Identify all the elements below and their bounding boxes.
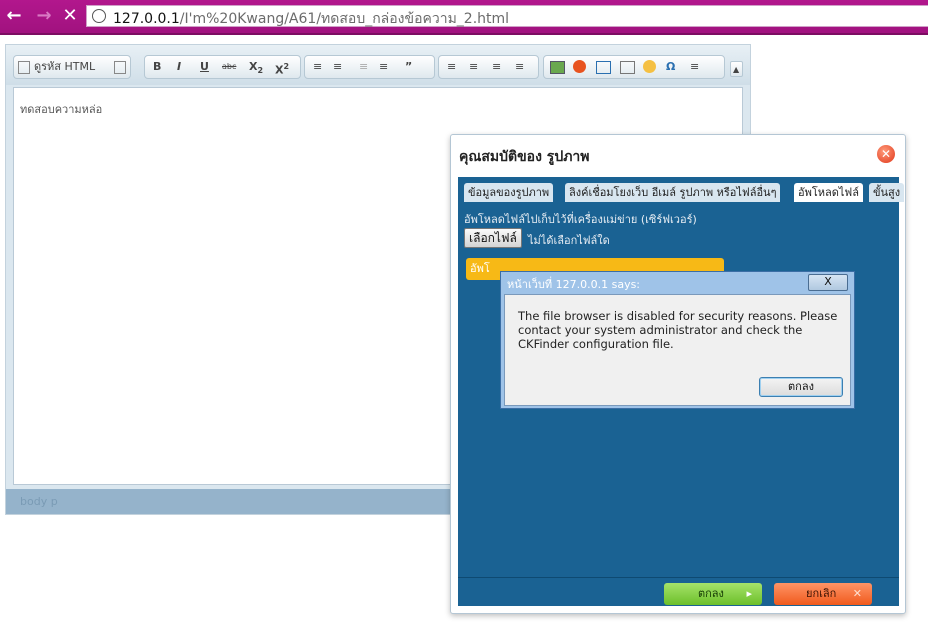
superscript-icon[interactable]: X2 xyxy=(275,59,289,77)
cancel-button[interactable]: ยกเลิก ✕ xyxy=(774,583,872,605)
subscript-icon[interactable]: X2 xyxy=(249,59,263,75)
table-icon[interactable] xyxy=(596,61,611,74)
smiley-icon[interactable] xyxy=(643,60,656,73)
globe-icon xyxy=(92,9,106,23)
indent-icon[interactable]: ≡ xyxy=(379,59,388,75)
list-group: ≡ ≡ ≡ ≡ ” xyxy=(304,55,435,79)
horizontal-rule-icon[interactable] xyxy=(620,61,635,74)
alert-ok-button[interactable]: ตกลง xyxy=(759,377,843,397)
underline-icon[interactable]: U xyxy=(200,59,209,75)
bullet-list-icon[interactable]: ≡ xyxy=(333,59,342,75)
url-text: 127.0.0.1/I'm%20Kwang/A61/ทดสอบ_กล่องข้อ… xyxy=(113,11,510,27)
numbered-list-icon[interactable]: ≡ xyxy=(313,59,322,75)
align-group: ≡ ≡ ≡ ≡ xyxy=(438,55,539,79)
align-left-icon[interactable]: ≡ xyxy=(447,59,456,75)
pagebreak-icon[interactable]: ≡ xyxy=(690,59,699,75)
image-icon[interactable] xyxy=(550,61,565,74)
source-icon xyxy=(18,61,30,74)
element-path[interactable]: body p xyxy=(20,495,58,508)
align-center-icon[interactable]: ≡ xyxy=(469,59,478,75)
browser-toolbar: ← → ✕ 127.0.0.1/I'm%20Kwang/A61/ทดสอบ_กล… xyxy=(0,0,928,35)
no-file-text: ไม่ได้เลือกไฟล์ใด xyxy=(528,234,610,247)
template-icon[interactable] xyxy=(114,61,126,74)
editor-toolbar: ดูรหัส HTML B I U abc X2 X2 ≡ ≡ ≡ ≡ ” ≡ … xyxy=(6,45,750,85)
tab-upload[interactable]: อัพโหลดไฟล์ xyxy=(794,183,863,202)
alert-body: The file browser is disabled for securit… xyxy=(504,294,851,406)
alert-close-button[interactable]: X xyxy=(808,274,848,291)
close-icon[interactable]: ✕ xyxy=(877,145,895,163)
ok-button[interactable]: ตกลง ▸ xyxy=(664,583,762,605)
insert-group: Ω ≡ xyxy=(543,55,725,79)
arrow-right-icon: ▸ xyxy=(746,587,752,600)
flash-icon[interactable] xyxy=(573,60,586,73)
ok-button-label: ตกลง xyxy=(698,587,724,600)
tab-link[interactable]: ลิงค์เชื่อมโยงเว็บ อีเมล์ รูปภาพ หรือไฟล… xyxy=(565,183,781,202)
blockquote-icon[interactable]: ” xyxy=(405,59,412,75)
address-bar[interactable]: 127.0.0.1/I'm%20Kwang/A61/ทดสอบ_กล่องข้อ… xyxy=(86,5,928,27)
cancel-button-label: ยกเลิก xyxy=(806,587,837,600)
dialog-title: คุณสมบัติของ รูปภาพ xyxy=(459,149,590,165)
cancel-x-icon: ✕ xyxy=(852,587,862,600)
tab-image-info[interactable]: ข้อมูลของรูปภาพ xyxy=(464,183,554,202)
tab-advanced[interactable]: ขั้นสูง xyxy=(869,183,905,202)
alert-dialog: หน้าเว็บที่ 127.0.0.1 says: X The file b… xyxy=(500,271,855,409)
dialog-tabs: ข้อมูลของรูปภาพ ลิงค์เชื่อมโยงเว็บ อีเมล… xyxy=(458,177,905,202)
source-button[interactable]: ดูรหัส HTML xyxy=(34,59,95,75)
forward-icon[interactable]: → xyxy=(34,6,54,26)
alert-message: The file browser is disabled for securit… xyxy=(518,309,838,351)
editor-content-text: ทดสอบความหล่อ xyxy=(20,103,103,116)
dialog-footer: ตกลง ▸ ยกเลิก ✕ xyxy=(458,577,899,606)
bold-icon[interactable]: B xyxy=(153,59,161,75)
format-group: B I U abc X2 X2 xyxy=(144,55,301,79)
align-right-icon[interactable]: ≡ xyxy=(492,59,501,75)
choose-file-button[interactable]: เลือกไฟล์ xyxy=(464,228,522,248)
justify-icon[interactable]: ≡ xyxy=(515,59,524,75)
source-group: ดูรหัส HTML xyxy=(13,55,131,79)
collapse-toolbar-button[interactable]: ▲ xyxy=(730,61,743,77)
italic-icon[interactable]: I xyxy=(177,59,181,75)
special-char-icon[interactable]: Ω xyxy=(666,59,675,75)
back-icon[interactable]: ← xyxy=(4,6,24,26)
alert-title: หน้าเว็บที่ 127.0.0.1 says: xyxy=(507,278,641,291)
collapse-icon: ▲ xyxy=(733,65,740,74)
upload-label: อัพโหลดไฟล์ไปเก็บไว้ที่เครื่องแม่ข่าย (เ… xyxy=(464,213,697,226)
outdent-icon[interactable]: ≡ xyxy=(359,59,368,75)
stop-icon[interactable]: ✕ xyxy=(60,6,80,26)
strike-icon[interactable]: abc xyxy=(222,59,236,75)
